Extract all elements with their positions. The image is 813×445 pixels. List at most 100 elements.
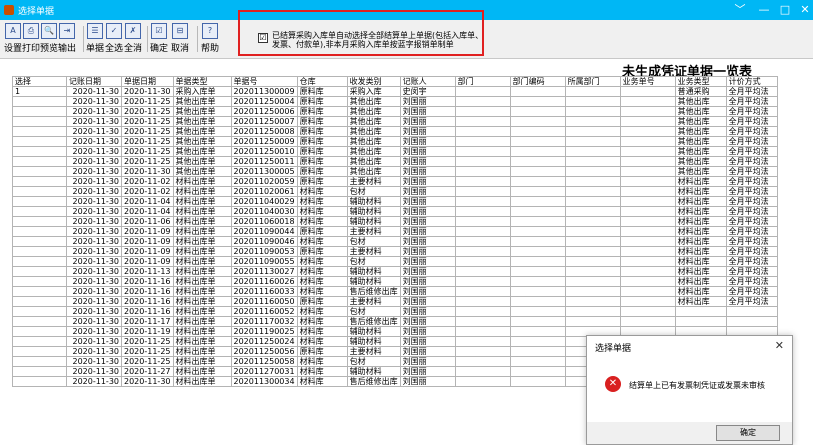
table-row[interactable]: 2020-11-30 2020-11-16 材料出库单 202011160033 材料库…: [12, 286, 778, 297]
table-cell: 原料库: [296, 226, 348, 237]
ok-button[interactable]: 确定: [716, 425, 780, 441]
table-cell: 全月平均法: [725, 176, 778, 187]
column-header[interactable]: 记账人: [399, 76, 456, 87]
preview-button[interactable]: 🔍 预览: [40, 23, 58, 55]
table-cell: [12, 156, 67, 167]
table-row[interactable]: 2020-11-30 2020-11-06 材料出库单 202011060018 材料库…: [12, 216, 778, 227]
dialog-close-icon[interactable]: ✕: [775, 339, 784, 352]
table-cell: 刘国丽: [399, 286, 456, 297]
table-row[interactable]: 2020-11-30 2020-11-04 材料出库单 202011040029 材料库…: [12, 196, 778, 207]
table-row[interactable]: 2020-11-30 2020-11-25 其他出库单 202011250011 原料库…: [12, 156, 778, 167]
table-cell: 2020-11-30: [66, 146, 122, 157]
table-cell: [12, 106, 67, 117]
collapse-button[interactable]: ﹀: [730, 2, 750, 18]
settings-label: 设置: [4, 44, 23, 54]
print-button[interactable]: ⎙ 打印: [22, 23, 40, 55]
table-cell: 包材: [346, 306, 401, 317]
table-cell: 全月平均法: [725, 96, 778, 107]
table-cell: 主要材料: [346, 226, 401, 237]
table-cell: 售后维修出库: [346, 286, 401, 297]
select-all-button[interactable]: ✓ 全选: [105, 23, 123, 55]
column-header[interactable]: 业务单号: [619, 76, 676, 87]
table-cell: 其他出库: [346, 96, 401, 107]
table-row[interactable]: 2020-11-30 2020-11-25 其他出库单 202011250010 原料库…: [12, 146, 778, 157]
column-header[interactable]: 单据日期: [121, 76, 174, 87]
table-cell: 全月平均法: [725, 146, 778, 157]
column-header[interactable]: 收发类别: [346, 76, 401, 87]
table-cell: 2020-11-30: [66, 166, 122, 177]
table-cell: 其他出库单: [172, 156, 232, 167]
column-header[interactable]: 单据号: [230, 76, 298, 87]
table-cell: [454, 376, 511, 387]
column-header[interactable]: 计价方式: [725, 76, 778, 87]
column-header[interactable]: 单据类型: [172, 76, 232, 87]
documents-button[interactable]: ☰ 单据: [86, 23, 104, 55]
table-cell: [454, 216, 511, 227]
table-cell: 材料出库: [674, 226, 727, 237]
table-cell: 2020-11-25: [121, 146, 174, 157]
table-cell: [454, 246, 511, 257]
table-cell: 全月平均法: [725, 86, 778, 97]
table-row[interactable]: 2020-11-30 2020-11-09 材料出库单 202011090053 原料库…: [12, 246, 778, 257]
table-row[interactable]: 2020-11-30 2020-11-09 材料出库单 202011090046 材料库…: [12, 236, 778, 247]
close-button[interactable]: ✕: [795, 2, 813, 18]
table-cell: 辅助材料: [346, 266, 401, 277]
help-icon: ?: [202, 23, 218, 39]
table-cell: [564, 86, 621, 97]
table-row[interactable]: 2020-11-30 2020-11-25 其他出库单 202011250006 原料库…: [12, 106, 778, 117]
minimize-button[interactable]: —: [754, 2, 774, 18]
table-cell: [12, 366, 67, 377]
table-cell: [564, 206, 621, 217]
table-cell: [619, 166, 676, 177]
table-row[interactable]: 2020-11-30 2020-11-04 材料出库单 202011040030 材料库…: [12, 206, 778, 217]
table-row[interactable]: 2020-11-30 2020-11-16 材料出库单 202011160026 材料库…: [12, 276, 778, 287]
table-cell: [509, 156, 566, 167]
table-cell: [12, 356, 67, 367]
table-row[interactable]: 2020-11-30 2020-11-25 其他出库单 202011250007 原料库…: [12, 116, 778, 127]
column-header[interactable]: 记账日期: [66, 76, 122, 87]
table-cell: [12, 226, 67, 237]
table-cell: 其他出库: [674, 106, 727, 117]
table-cell: [509, 266, 566, 277]
table-row[interactable]: 2020-11-30 2020-11-25 其他出库单 202011250009 原料库…: [12, 136, 778, 147]
column-header[interactable]: 选择: [12, 76, 67, 87]
cancel-button[interactable]: ⊟ 取消: [171, 23, 189, 55]
table-cell: [454, 176, 511, 187]
table-cell: [454, 306, 511, 317]
settings-button[interactable]: A 设置: [4, 23, 22, 55]
table-row[interactable]: 2020-11-30 2020-11-30 其他出库单 202011300005 原料库…: [12, 166, 778, 177]
table-row[interactable]: 2020-11-30 2020-11-16 材料出库单 202011160052 材料库…: [12, 306, 778, 317]
table-cell: 2020-11-16: [121, 276, 174, 287]
table-row[interactable]: 2020-11-30 2020-11-02 材料出库单 202011020059 原料库…: [12, 176, 778, 187]
column-header[interactable]: 部门编码: [509, 76, 566, 87]
table-row[interactable]: 2020-11-30 2020-11-25 其他出库单 202011250008 原料库…: [12, 126, 778, 137]
table-row[interactable]: 2020-11-30 2020-11-02 材料出库单 202011020061 材料库…: [12, 186, 778, 197]
auto-select-checkbox[interactable]: ☑: [258, 33, 268, 43]
table-row[interactable]: 1 2020-11-30 2020-11-30 采购入库单 202011300009 原料…: [12, 86, 778, 97]
deselect-all-button[interactable]: ✗ 全消: [124, 23, 142, 55]
table-cell: [509, 286, 566, 297]
table-cell: [564, 196, 621, 207]
help-button[interactable]: ? 帮助: [201, 23, 219, 55]
table-row[interactable]: 2020-11-30 2020-11-13 材料出库单 202011130027 材料库…: [12, 266, 778, 277]
table-cell: 材料库: [296, 336, 348, 347]
table-cell: [564, 216, 621, 227]
export-button[interactable]: ⇥ 输出: [58, 23, 76, 55]
table-row[interactable]: 2020-11-30 2020-11-09 材料出库单 202011090044 原料库…: [12, 226, 778, 237]
maximize-button[interactable]: □: [775, 2, 795, 18]
table-row[interactable]: 2020-11-30 2020-11-16 材料出库单 202011160050 原料库…: [12, 296, 778, 307]
table-cell: [564, 146, 621, 157]
column-header[interactable]: 仓库: [296, 76, 348, 87]
table-cell: 202011250004: [230, 96, 298, 107]
column-header[interactable]: 业务类型: [674, 76, 727, 87]
table-cell: [454, 286, 511, 297]
column-header[interactable]: 部门: [454, 76, 511, 87]
table-cell: [12, 136, 67, 147]
column-header[interactable]: 所属部门: [564, 76, 621, 87]
table-row[interactable]: 2020-11-30 2020-11-25 其他出库单 202011250004 原料库…: [12, 96, 778, 107]
table-cell: 2020-11-30: [66, 286, 122, 297]
confirm-button[interactable]: ☑ 确定: [150, 23, 168, 55]
table-row[interactable]: 2020-11-30 2020-11-09 材料出库单 202011090055 材料库…: [12, 256, 778, 267]
table-cell: 辅助材料: [346, 366, 401, 377]
table-row[interactable]: 2020-11-30 2020-11-17 材料出库单 202011170032 材料库…: [12, 316, 778, 327]
